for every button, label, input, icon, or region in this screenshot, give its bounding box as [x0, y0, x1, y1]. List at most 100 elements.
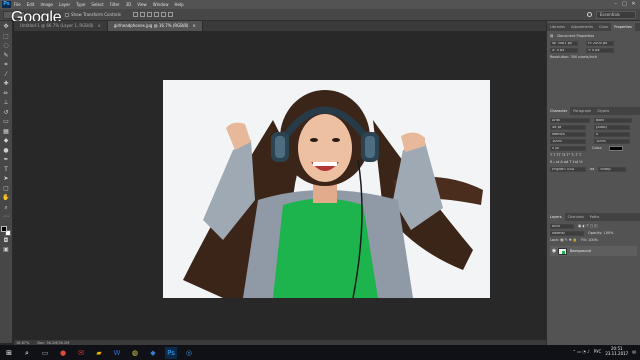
search-icon[interactable]: ⌕: [21, 347, 33, 359]
tab-channels[interactable]: Channels: [565, 213, 587, 221]
align-center-icon[interactable]: [160, 12, 166, 17]
type-style-buttons-icon[interactable]: T T TT Tt T¹ T₁ T T: [550, 153, 581, 157]
history-brush-icon[interactable]: ↺: [2, 109, 10, 117]
menu-3d[interactable]: 3D: [126, 0, 132, 9]
kerning-field[interactable]: Metrics: [550, 131, 586, 137]
screen-mode-icon[interactable]: ▣: [2, 246, 10, 254]
close-tab-icon[interactable]: ×: [192, 23, 195, 28]
chrome-icon[interactable]: ◍: [129, 347, 141, 359]
tab-paragraph[interactable]: Paragraph: [570, 107, 594, 115]
eyedropper-tool-icon[interactable]: ⁄: [2, 71, 10, 79]
tab-untitled[interactable]: Untitled-1 @ 66.7% (Layer 1, RGB/8) ×: [14, 21, 108, 31]
filter-icons[interactable]: ▣ ◐ T ▢ ◫: [578, 224, 598, 228]
word-icon[interactable]: W: [111, 347, 123, 359]
blur-tool-icon[interactable]: ◆: [2, 137, 10, 145]
align-bottom-icon[interactable]: [146, 12, 152, 17]
tab-paths[interactable]: Paths: [587, 213, 603, 221]
tray-icons[interactable]: ⌃ ▭ ◔ ♪: [573, 349, 590, 354]
quick-select-tool-icon[interactable]: ✎: [2, 52, 10, 60]
eraser-tool-icon[interactable]: ▭: [2, 118, 10, 126]
width-field[interactable]: W: 3081 px: [550, 40, 578, 46]
tool-preset-picker[interactable]: [3, 10, 25, 19]
fill-label[interactable]: Fill: 100%: [581, 238, 598, 242]
text-color-swatch[interactable]: [609, 145, 624, 151]
foreground-color-swatch[interactable]: [1, 225, 7, 232]
transform-controls-checkbox[interactable]: [65, 12, 69, 17]
height-field[interactable]: H: 2000 px: [586, 40, 614, 46]
keyboard-language[interactable]: РУС: [594, 349, 602, 354]
opacity-label[interactable]: Opacity: 100%: [588, 231, 614, 235]
color-swatches[interactable]: [1, 225, 11, 237]
photoshop-taskbar-icon[interactable]: Ps: [165, 346, 177, 359]
tab-properties[interactable]: Properties: [611, 23, 635, 31]
shape-tool-icon[interactable]: ▢: [2, 185, 10, 193]
tab-layers[interactable]: Layers: [547, 213, 565, 221]
align-right-icon[interactable]: [167, 12, 173, 17]
stamp-tool-icon[interactable]: ⊥: [2, 99, 10, 107]
menu-select[interactable]: Select: [91, 0, 103, 9]
lock-icons[interactable]: Lock: ▦ ✎ ✥ 🔒: [550, 238, 577, 242]
horizontal-scale-field[interactable]: 100%: [594, 138, 630, 144]
opentype-buttons-icon[interactable]: fi ℴ st A ad T 1st ½: [550, 160, 583, 164]
close-button[interactable]: ✕: [629, 0, 638, 9]
align-middle-icon[interactable]: [139, 12, 145, 17]
maximize-button[interactable]: □: [620, 0, 629, 9]
minimize-button[interactable]: –: [611, 0, 620, 9]
font-size-field[interactable]: 48 pt: [550, 124, 586, 130]
menu-window[interactable]: Window: [153, 0, 169, 9]
crop-tool-icon[interactable]: ⌗: [2, 61, 10, 69]
layer-row-background[interactable]: ◉ Background: [550, 246, 637, 256]
more-tools-icon[interactable]: ⋯: [2, 213, 10, 221]
menu-image[interactable]: Image: [40, 0, 53, 9]
x-field[interactable]: X: 0 px: [550, 47, 578, 53]
font-style-select[interactable]: Bold: [594, 117, 632, 123]
menu-edit[interactable]: Edit: [27, 0, 35, 9]
tracking-field[interactable]: 0: [594, 131, 630, 137]
close-tab-icon[interactable]: ×: [97, 23, 100, 28]
opera-icon[interactable]: ●: [57, 347, 69, 359]
baseline-shift-field[interactable]: 0 pt: [550, 145, 586, 151]
font-family-select[interactable]: Arial: [550, 117, 590, 123]
healing-tool-icon[interactable]: ✚: [2, 80, 10, 88]
search-icon[interactable]: [587, 12, 592, 17]
pen-tool-icon[interactable]: ✒: [2, 156, 10, 164]
hand-tool-icon[interactable]: ✋: [2, 194, 10, 202]
dodge-tool-icon[interactable]: ●: [2, 147, 10, 155]
zoom-tool-icon[interactable]: ⌕: [2, 204, 10, 212]
menu-help[interactable]: Help: [174, 0, 183, 9]
lasso-tool-icon[interactable]: ◌: [2, 42, 10, 50]
language-select[interactable]: English: USA: [550, 166, 586, 172]
menu-type[interactable]: Type: [76, 0, 85, 9]
tab-glyphs[interactable]: Glyphs: [594, 107, 612, 115]
path-select-tool-icon[interactable]: ➤: [2, 175, 10, 183]
brush-tool-icon[interactable]: ✏: [2, 90, 10, 98]
notifications-icon[interactable]: ▤: [632, 349, 636, 354]
tab-libraries[interactable]: Libraries: [547, 23, 568, 31]
marquee-tool-icon[interactable]: ⬚: [2, 33, 10, 41]
clock[interactable]: 20:51 23.11.2017: [605, 346, 628, 356]
align-left-icon[interactable]: [153, 12, 159, 17]
workspace-select[interactable]: Essentials: [596, 11, 636, 19]
visibility-eye-icon[interactable]: ◉: [550, 248, 558, 254]
tab-girlheadphones[interactable]: girlheadphones.jpg @ 16.7% (RGB/8) ×: [107, 21, 203, 31]
menu-layer[interactable]: Layer: [59, 0, 70, 9]
y-field[interactable]: Y: 0 px: [586, 47, 614, 53]
file-explorer-icon[interactable]: ▰: [93, 347, 105, 359]
tab-color[interactable]: Color: [596, 23, 611, 31]
move-tool-icon[interactable]: ✥: [2, 23, 10, 31]
document-photo[interactable]: [163, 80, 490, 298]
quick-mask-icon[interactable]: ◘: [2, 237, 10, 245]
media-icon[interactable]: ◆: [147, 347, 159, 359]
align-top-icon[interactable]: [132, 12, 138, 17]
tab-character[interactable]: Character: [547, 107, 571, 115]
app-icon[interactable]: ◎: [183, 347, 195, 359]
tab-adjustments[interactable]: Adjustments: [568, 23, 596, 31]
menu-file[interactable]: File: [14, 0, 21, 9]
mail-icon[interactable]: ✉: [75, 347, 87, 359]
canvas-area[interactable]: [14, 31, 546, 340]
type-tool-icon[interactable]: T: [2, 166, 10, 174]
task-view-icon[interactable]: ▭: [39, 347, 51, 359]
menu-view[interactable]: View: [137, 0, 147, 9]
windows-start-icon[interactable]: ⊞: [3, 347, 15, 359]
leading-field[interactable]: (Auto): [594, 124, 630, 130]
